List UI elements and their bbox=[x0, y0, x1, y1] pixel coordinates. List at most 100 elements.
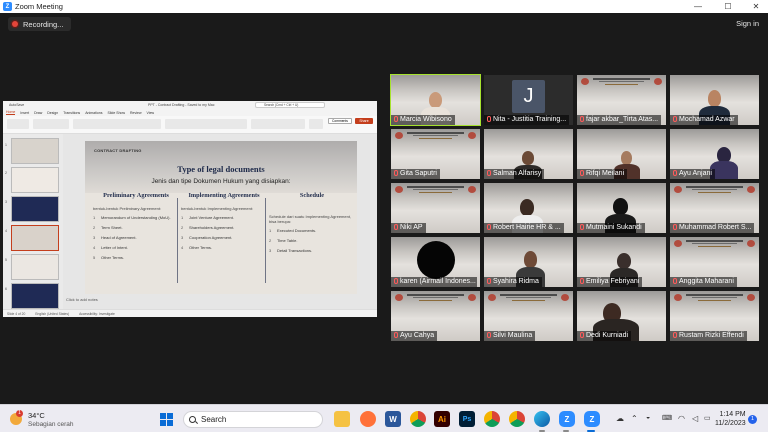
participant-tile[interactable]: Salman Alfarisy bbox=[484, 129, 573, 179]
participant-tile[interactable]: Rustam Rizki Effendi bbox=[670, 291, 759, 341]
mic-muted-icon bbox=[580, 116, 584, 122]
participant-tile[interactable]: Mutmaini Sukandi bbox=[577, 183, 666, 233]
ppt-font-group[interactable] bbox=[73, 119, 161, 129]
word-icon[interactable]: W bbox=[385, 411, 401, 427]
ppt-slides-group[interactable] bbox=[33, 119, 69, 129]
slide-thumbnails[interactable]: 1 2 3 4 5 6 bbox=[3, 134, 63, 309]
ppt-tab-slideshow[interactable]: Slide Show bbox=[108, 111, 126, 115]
chrome-profile-icon[interactable] bbox=[484, 411, 500, 427]
participant-tile[interactable]: Anggita Maharani bbox=[670, 237, 759, 287]
slide-thumbnail-5[interactable] bbox=[11, 254, 59, 280]
slide-thumbnail-6[interactable] bbox=[11, 283, 59, 309]
notification-badge[interactable]: 1 bbox=[748, 415, 757, 424]
participant-tile[interactable]: J Nita - Justitia Training... bbox=[484, 75, 573, 125]
zoom-logo-icon: Z bbox=[3, 2, 12, 11]
participant-name: Silvi Maulina bbox=[484, 331, 536, 341]
participant-tile[interactable]: Marcia Wibisono bbox=[390, 74, 481, 126]
participant-tile[interactable]: karen (Airmail Indones... bbox=[391, 237, 480, 287]
slide-column-preliminary: Preliminary Agreements bentuk-bentuk Pre… bbox=[93, 192, 179, 265]
ppt-tab-transitions[interactable]: Transitions bbox=[63, 111, 80, 115]
participant-tile[interactable]: fajar akbar_Tirta Atas... bbox=[577, 75, 666, 125]
thumb-number: 2 bbox=[5, 171, 7, 175]
ppt-designer-button[interactable] bbox=[309, 119, 323, 129]
ppt-tab-home[interactable]: Home bbox=[6, 110, 16, 115]
slide-thumbnail-2[interactable] bbox=[11, 167, 59, 193]
windows-start-icon[interactable] bbox=[158, 411, 174, 427]
zoom-icon[interactable]: Z bbox=[559, 411, 575, 427]
list-item: 3 Detail Transactions. bbox=[269, 248, 313, 253]
minimize-button[interactable]: — bbox=[688, 0, 708, 13]
ppt-comments-button[interactable]: Comments bbox=[328, 118, 352, 124]
participant-name: Muhammad Robert S... bbox=[670, 223, 755, 233]
cloud-icon[interactable]: ☁ bbox=[616, 414, 624, 423]
participant-tile[interactable]: Syahira Ridma bbox=[484, 237, 573, 287]
participant-tile[interactable]: Ayu Cahya bbox=[391, 291, 480, 341]
volume-icon[interactable]: ◁ bbox=[692, 414, 698, 423]
language-icon[interactable]: ⌨ bbox=[662, 414, 672, 422]
participant-tile[interactable]: Muhammad Robert S... bbox=[670, 183, 759, 233]
running-indicator bbox=[539, 430, 545, 432]
participant-video bbox=[520, 199, 534, 216]
ppt-drawing-group[interactable] bbox=[251, 119, 305, 129]
column-description: Schedule dari suatu Implementing Agreeme… bbox=[269, 214, 352, 224]
ppt-search-box[interactable]: Search (Cmd + Ctrl + U) bbox=[255, 102, 325, 108]
ppt-tab-insert[interactable]: Insert bbox=[20, 111, 29, 115]
accessibility-status[interactable]: Accessibility: Investigate bbox=[79, 312, 115, 316]
battery-icon[interactable]: ▭ bbox=[704, 414, 711, 422]
column-heading: Schedule bbox=[299, 192, 325, 199]
sign-in-link[interactable]: Sign in bbox=[736, 19, 759, 28]
taskbar-search[interactable]: Search bbox=[183, 411, 323, 428]
maximize-button[interactable]: ☐ bbox=[718, 0, 738, 13]
list-item: 3 Head of Agreement. bbox=[93, 235, 137, 240]
weather-badge: 1 bbox=[16, 410, 23, 417]
participant-tile[interactable]: Gita Saputri bbox=[391, 129, 480, 179]
ppt-tab-review[interactable]: Review bbox=[130, 111, 141, 115]
illustrator-icon[interactable]: Ai bbox=[434, 411, 450, 427]
ppt-tab-animations[interactable]: Animations bbox=[85, 111, 102, 115]
current-slide[interactable]: CONTRACT DRAFTING Type of legal document… bbox=[85, 141, 357, 294]
recording-indicator[interactable]: Recording... bbox=[8, 17, 72, 31]
participant-tile[interactable]: Niki AP bbox=[391, 183, 480, 233]
participant-tile[interactable]: Silvi Maulina bbox=[484, 291, 573, 341]
slide-thumbnail-3[interactable] bbox=[11, 196, 59, 222]
close-button[interactable]: ✕ bbox=[746, 0, 766, 13]
chevron-up-icon[interactable]: ⌃ bbox=[631, 414, 638, 423]
ppt-paragraph-group[interactable] bbox=[165, 119, 247, 129]
ppt-tab-view[interactable]: View bbox=[147, 111, 155, 115]
ppt-paste-group[interactable] bbox=[7, 119, 29, 129]
chrome-icon[interactable] bbox=[410, 411, 426, 427]
list-item: 5 Other Terms. bbox=[93, 255, 125, 260]
participant-tile[interactable]: Emiliya Febriyani bbox=[577, 237, 666, 287]
notes-pane[interactable]: Click to add notes bbox=[66, 297, 98, 302]
participant-tile[interactable]: Mochamad Azwar bbox=[670, 75, 759, 125]
photoshop-icon[interactable]: Ps bbox=[459, 411, 475, 427]
slide-thumbnail-4[interactable] bbox=[11, 225, 59, 251]
ppt-tab-draw[interactable]: Draw bbox=[34, 111, 42, 115]
shared-screen[interactable]: AutoSave PPT - Contract Drafting - Saved… bbox=[3, 101, 377, 317]
participant-name: Syahira Ridma bbox=[484, 277, 542, 287]
list-item: 2 Time Table. bbox=[269, 238, 298, 243]
running-indicator bbox=[563, 430, 569, 432]
chrome-profile-icon[interactable] bbox=[509, 411, 525, 427]
list-item: 2 Term Sheet. bbox=[93, 225, 123, 230]
participant-tile[interactable]: Rifqi Meilani bbox=[577, 129, 666, 179]
edge-icon[interactable] bbox=[534, 411, 550, 427]
slide-thumbnail-1[interactable] bbox=[11, 138, 59, 164]
file-explorer-icon[interactable] bbox=[334, 411, 350, 427]
zoom-icon[interactable]: Z bbox=[584, 411, 600, 427]
thumb-number: 5 bbox=[5, 258, 7, 262]
participant-tile[interactable]: Robert Hairie HR & ... bbox=[484, 183, 573, 233]
mic-muted-icon bbox=[673, 278, 677, 284]
mic-muted-icon bbox=[394, 170, 398, 176]
firefox-icon[interactable] bbox=[360, 411, 376, 427]
participant-tile[interactable]: Dedi Kurniadi bbox=[577, 291, 666, 341]
participant-tile[interactable]: Ayu Anjani bbox=[670, 129, 759, 179]
onedrive-icon[interactable]: ◒ bbox=[646, 414, 650, 421]
ppt-share-button[interactable]: Share bbox=[355, 118, 373, 124]
wifi-icon[interactable]: ◠ bbox=[678, 414, 685, 423]
participant-name: Mutmaini Sukandi bbox=[577, 223, 645, 233]
participant-name: Ayu Cahya bbox=[391, 331, 438, 341]
autosave-toggle[interactable]: AutoSave bbox=[9, 103, 24, 107]
taskbar-clock[interactable]: 1:14 PM 11/2/2023 bbox=[715, 410, 746, 428]
ppt-tab-design[interactable]: Design bbox=[47, 111, 58, 115]
